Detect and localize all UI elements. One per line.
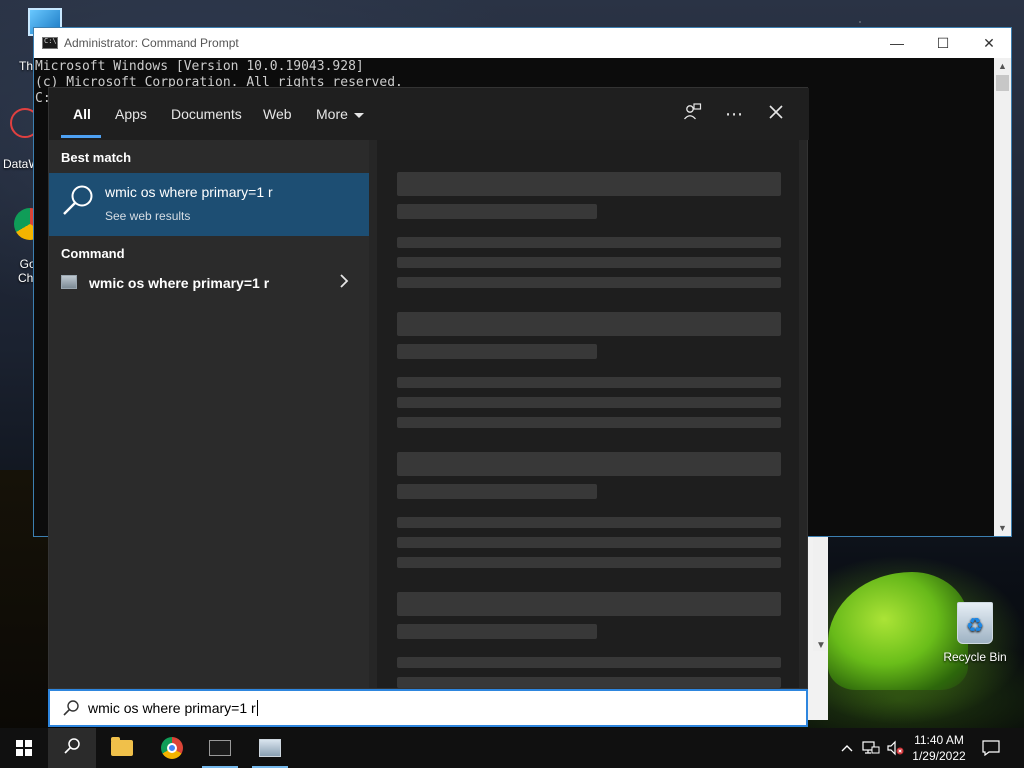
chevron-down-icon[interactable]: ▼ xyxy=(816,640,826,651)
folder-icon xyxy=(111,737,133,756)
chrome-icon xyxy=(161,737,183,759)
command-prompt-icon xyxy=(209,740,231,756)
best-match-title: wmic os where primary=1 r xyxy=(105,184,273,200)
best-match-subtitle: See web results xyxy=(105,209,191,223)
remote-desktop-icon xyxy=(259,739,281,757)
placeholder-bar xyxy=(397,377,781,388)
tab-more-label: More xyxy=(316,106,348,122)
taskbar-search-button[interactable] xyxy=(48,728,96,768)
feedback-icon[interactable] xyxy=(680,102,704,126)
taskbar-clock[interactable]: 11:40 AM 1/29/2022 xyxy=(904,732,974,764)
placeholder-bar xyxy=(397,237,781,248)
placeholder-bar xyxy=(397,517,781,528)
placeholder-bar xyxy=(397,204,597,219)
desktop-icon-recycle-bin[interactable]: Recycle Bin xyxy=(940,602,1010,664)
volume-muted-icon[interactable] xyxy=(884,728,906,768)
placeholder-bar xyxy=(397,417,781,428)
network-icon[interactable] xyxy=(860,728,882,768)
search-icon xyxy=(61,183,95,217)
best-match-result[interactable]: wmic os where primary=1 r See web result… xyxy=(49,173,369,236)
active-tab-indicator xyxy=(61,135,101,138)
window-title-bar[interactable]: Administrator: Command Prompt — ☐ ✕ xyxy=(34,28,1011,58)
maximize-button[interactable]: ☐ xyxy=(920,28,966,58)
chevron-right-icon[interactable] xyxy=(339,273,349,294)
search-results-list: Best match wmic os where primary=1 r See… xyxy=(49,140,369,688)
placeholder-bar xyxy=(397,452,781,476)
command-result-label: wmic os where primary=1 r xyxy=(89,275,270,291)
window-title: Administrator: Command Prompt xyxy=(64,36,239,50)
taskbar-remote-desktop[interactable] xyxy=(246,728,294,768)
start-button[interactable] xyxy=(0,728,48,768)
text-cursor xyxy=(256,700,258,716)
placeholder-bar xyxy=(397,312,781,336)
tab-apps[interactable]: Apps xyxy=(115,106,147,122)
section-header-best-match: Best match xyxy=(61,150,132,165)
placeholder-bar xyxy=(397,344,597,359)
placeholder-bar xyxy=(397,172,781,196)
console-line: Microsoft Windows [Version 10.0.19043.92… xyxy=(35,59,364,74)
console-scrollbar[interactable]: ▲ ▼ xyxy=(994,58,1011,536)
start-search-panel: All Apps Documents Web More ⋯ Best match… xyxy=(48,87,809,689)
search-box[interactable]: wmic os where primary=1 r xyxy=(48,689,808,727)
scrollbar-thumb[interactable] xyxy=(996,75,1009,91)
section-header-command: Command xyxy=(61,246,125,261)
command-prompt-icon xyxy=(42,37,58,49)
chevron-down-icon[interactable]: ▼ xyxy=(998,523,1007,533)
tab-documents[interactable]: Documents xyxy=(171,106,242,122)
search-icon xyxy=(63,737,81,760)
minimize-button[interactable]: — xyxy=(874,28,920,58)
search-tabs-bar: All Apps Documents Web More ⋯ xyxy=(49,88,809,140)
placeholder-bar xyxy=(397,657,781,668)
placeholder-bar xyxy=(397,537,781,548)
placeholder-bar xyxy=(397,277,781,288)
taskbar-command-prompt[interactable] xyxy=(196,728,244,768)
run-command-icon xyxy=(61,275,77,289)
tab-more[interactable]: More xyxy=(316,106,364,122)
search-icon xyxy=(62,699,80,717)
clock-time: 11:40 AM xyxy=(914,733,964,747)
placeholder-bar xyxy=(397,677,781,688)
search-input[interactable]: wmic os where primary=1 r xyxy=(88,700,258,716)
more-options-icon[interactable]: ⋯ xyxy=(722,102,746,126)
taskbar: 11:40 AM 1/29/2022 xyxy=(0,728,1024,768)
windows-icon xyxy=(16,740,32,756)
preview-loading-placeholder xyxy=(377,140,799,688)
taskbar-file-explorer[interactable] xyxy=(98,728,146,768)
command-result-item[interactable]: wmic os where primary=1 r xyxy=(49,266,369,302)
close-button[interactable]: ✕ xyxy=(966,28,1012,58)
placeholder-bar xyxy=(397,484,597,499)
show-hidden-icons-button[interactable] xyxy=(838,728,856,768)
tab-web[interactable]: Web xyxy=(263,106,292,122)
placeholder-bar xyxy=(397,592,781,616)
recycle-bin-icon xyxy=(957,602,993,644)
placeholder-bar xyxy=(397,397,781,408)
clock-date: 1/29/2022 xyxy=(912,749,966,763)
close-icon[interactable] xyxy=(764,102,788,126)
chevron-down-icon xyxy=(353,112,364,118)
placeholder-bar xyxy=(397,557,781,568)
placeholder-bar xyxy=(397,624,597,639)
tab-all[interactable]: All xyxy=(73,106,91,122)
result-preview-pane xyxy=(369,140,807,688)
desktop-icon-label: Recycle Bin xyxy=(943,650,1007,664)
notifications-icon[interactable] xyxy=(980,728,1002,768)
taskbar-chrome[interactable] xyxy=(148,728,196,768)
placeholder-bar xyxy=(397,257,781,268)
chevron-up-icon[interactable]: ▲ xyxy=(998,61,1007,71)
search-query-text: wmic os where primary=1 r xyxy=(88,700,256,716)
